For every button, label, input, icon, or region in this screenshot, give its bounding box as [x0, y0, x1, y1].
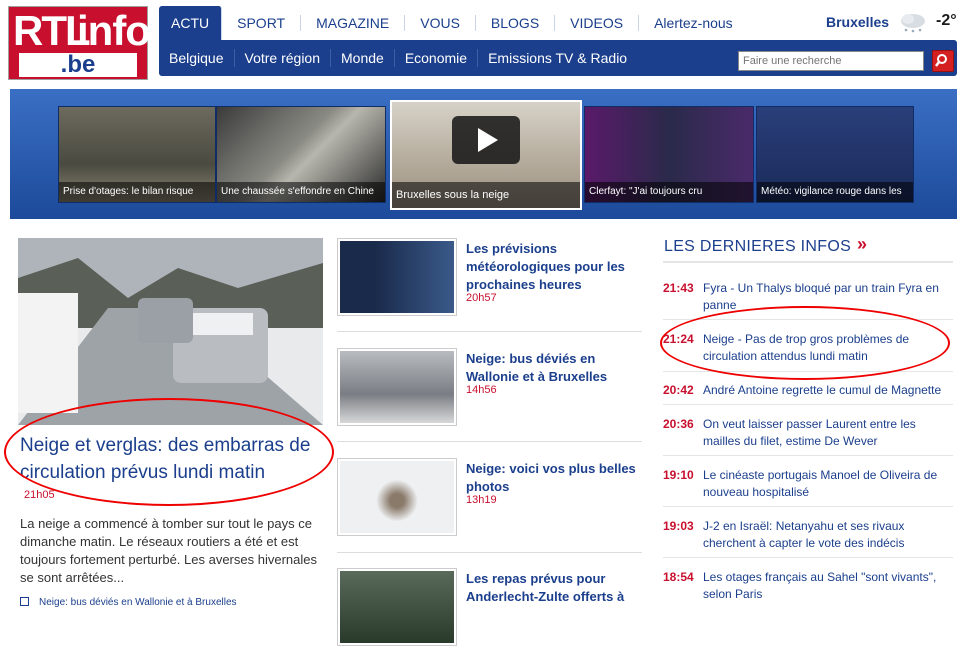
- news-thumbnail[interactable]: [337, 568, 457, 646]
- news-item[interactable]: Les prévisions météorologiques pour les …: [337, 238, 642, 338]
- carousel-caption: Bruxelles sous la neige: [392, 182, 580, 208]
- divider: [663, 506, 953, 507]
- nav-vous[interactable]: VOUS: [405, 15, 476, 31]
- snow-cloud-icon: [901, 14, 925, 33]
- divider: [337, 331, 642, 332]
- nav-magazine[interactable]: MAGAZINE: [301, 15, 406, 31]
- divider: [663, 455, 953, 456]
- divider: [337, 552, 642, 553]
- divider: [663, 261, 953, 263]
- rtl-info-logo[interactable]: RTL info .be: [8, 6, 151, 80]
- news-time: 13h19: [466, 494, 497, 506]
- divider: [337, 441, 642, 442]
- search-input[interactable]: [738, 51, 924, 71]
- logo-be-text: .be: [19, 53, 137, 77]
- news-thumbnail[interactable]: [337, 458, 457, 536]
- related-icon: [20, 597, 29, 606]
- news-text[interactable]: On veut laisser passer Laurent entre les…: [703, 416, 951, 450]
- main-story-time: 21h05: [24, 489, 55, 501]
- main-story-image[interactable]: [18, 238, 323, 425]
- highlight-oval: [4, 398, 334, 506]
- news-text[interactable]: Le cinéaste portugais Manoel de Oliveira…: [703, 467, 951, 501]
- video-carousel: Prise d'otages: le bilan risque Une chau…: [10, 89, 957, 219]
- divider: [663, 404, 953, 405]
- news-title[interactable]: Neige: voici vos plus belles photos: [466, 460, 644, 496]
- snowy-road-photo: [18, 238, 323, 425]
- nav-videos[interactable]: VIDEOS: [555, 15, 640, 31]
- logo-info-text: info: [77, 7, 151, 54]
- weather-city[interactable]: Bruxelles: [826, 14, 889, 30]
- related-link-text: Neige: bus déviés en Wallonie et à Bruxe…: [39, 597, 237, 608]
- highlight-oval: [660, 306, 950, 380]
- nav-belgique[interactable]: Belgique: [159, 49, 235, 67]
- temperature: -2°: [936, 12, 957, 29]
- news-time: 14h56: [466, 384, 497, 396]
- news-time: 19:03: [663, 519, 694, 533]
- news-title[interactable]: Les repas prévus pour Anderlecht-Zulte o…: [466, 570, 644, 606]
- carousel-slide[interactable]: Prise d'otages: le bilan risque: [58, 106, 216, 203]
- carousel-caption: Clerfayt: "J'ai toujours cru: [585, 182, 753, 202]
- nav-economie[interactable]: Economie: [395, 49, 479, 67]
- related-link[interactable]: Neige: bus déviés en Wallonie et à Bruxe…: [20, 597, 237, 608]
- nav-monde[interactable]: Monde: [331, 49, 395, 67]
- nav-votre-region[interactable]: Votre région: [235, 49, 331, 67]
- header: RTL info .be ACTU SPORT MAGAZINE VOUS BL…: [0, 0, 960, 88]
- carousel-caption: Météo: vigilance rouge dans les: [757, 182, 913, 202]
- carousel-slide[interactable]: Une chaussée s'effondre en Chine: [216, 106, 386, 203]
- play-icon[interactable]: [452, 116, 520, 164]
- main-story-summary: La neige a commencé à tomber sur tout le…: [20, 516, 317, 585]
- news-item[interactable]: Les repas prévus pour Anderlecht-Zulte o…: [337, 568, 642, 668]
- carousel-caption: Prise d'otages: le bilan risque: [59, 182, 215, 202]
- nav-actu[interactable]: ACTU: [159, 6, 223, 40]
- news-text[interactable]: Les otages français au Sahel "sont vivan…: [703, 569, 951, 603]
- news-time: 19:10: [663, 468, 694, 482]
- search-button[interactable]: [932, 50, 954, 72]
- divider: [663, 557, 953, 558]
- news-thumbnail[interactable]: [337, 348, 457, 426]
- nav-blogs[interactable]: BLOGS: [476, 15, 556, 31]
- nav-emissions[interactable]: Emissions TV & Radio: [478, 49, 637, 67]
- news-time: 20h57: [466, 292, 497, 304]
- news-title[interactable]: Les prévisions météorologiques pour les …: [466, 240, 644, 294]
- news-time: 20:42: [663, 383, 694, 397]
- carousel-slide[interactable]: Clerfayt: "J'ai toujours cru: [584, 106, 754, 203]
- carousel-caption: Une chaussée s'effondre en Chine: [217, 182, 385, 202]
- carousel-slide[interactable]: Météo: vigilance rouge dans les: [756, 106, 914, 203]
- news-item[interactable]: Neige: bus déviés en Wallonie et à Bruxe…: [337, 348, 642, 448]
- nav-sport[interactable]: SPORT: [222, 15, 302, 31]
- news-time: 21:43: [663, 281, 694, 295]
- news-text[interactable]: André Antoine regrette le cumul de Magne…: [703, 382, 951, 399]
- news-time: 20:36: [663, 417, 694, 431]
- search-icon: [935, 54, 947, 67]
- news-title[interactable]: Neige: bus déviés en Wallonie et à Bruxe…: [466, 350, 644, 386]
- news-text[interactable]: J-2 en Israël: Netanyahu et ses rivaux c…: [703, 518, 951, 552]
- news-thumbnail[interactable]: [337, 238, 457, 316]
- chevron-right-icon[interactable]: »: [857, 234, 867, 255]
- news-time: 18:54: [663, 570, 694, 584]
- news-item[interactable]: Neige: voici vos plus belles photos 13h1…: [337, 458, 642, 558]
- carousel-slide-active[interactable]: Bruxelles sous la neige: [390, 100, 582, 210]
- nav-alertez-nous[interactable]: Alertez-nous: [639, 15, 748, 31]
- latest-news-heading[interactable]: LES DERNIERES INFOS: [664, 238, 851, 256]
